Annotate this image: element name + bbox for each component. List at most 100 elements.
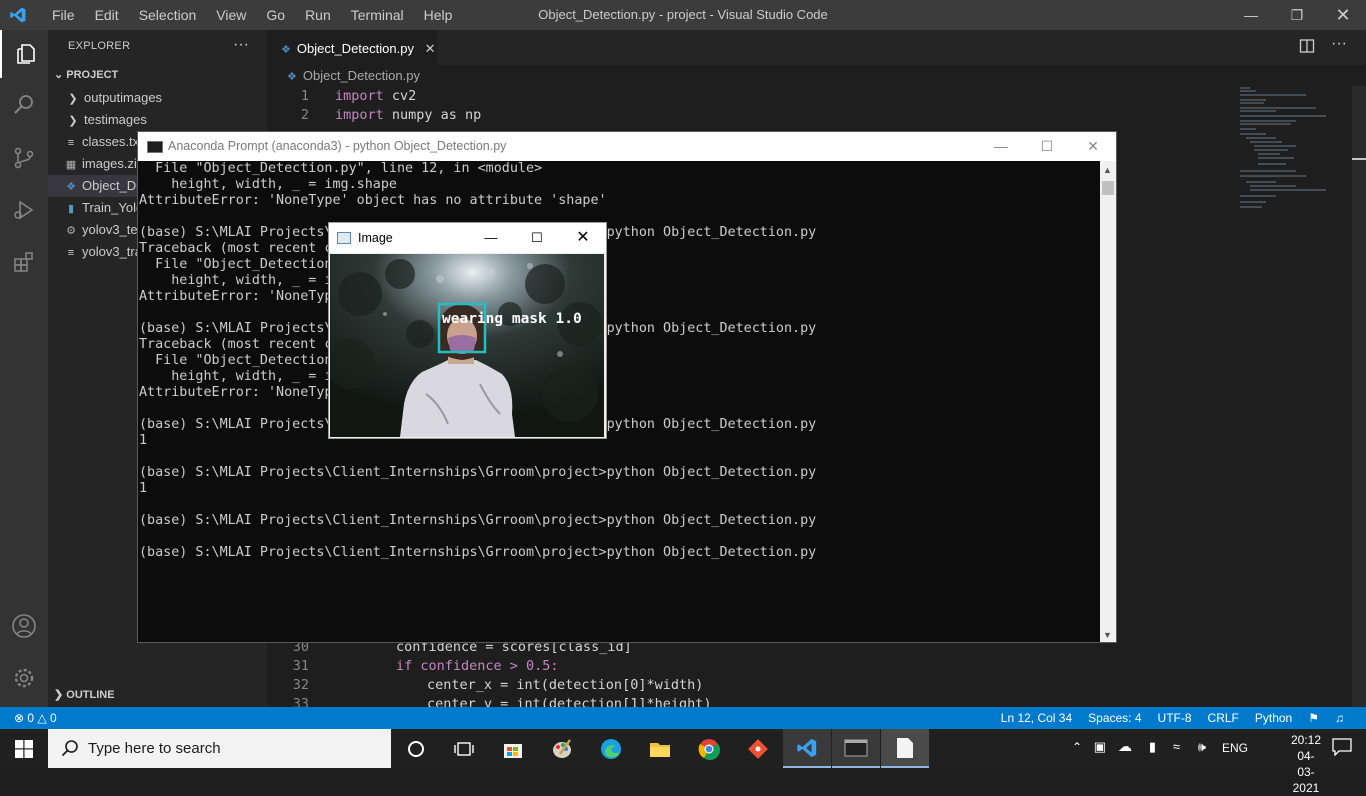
scrollbar-thumb[interactable] xyxy=(1102,181,1114,195)
more-actions-icon[interactable]: ··· xyxy=(1331,35,1347,53)
menu-terminal[interactable]: Terminal xyxy=(341,0,414,30)
onedrive-cloud-icon[interactable]: ☁ xyxy=(1118,738,1132,755)
git-app-icon[interactable] xyxy=(734,729,782,768)
vscode-taskbar-icon[interactable] xyxy=(783,729,831,768)
tree-item-testimages[interactable]: ❯ testimages xyxy=(48,109,285,131)
chevron-right-icon: ❯ xyxy=(68,93,78,105)
input-language[interactable]: ENG xyxy=(1222,741,1248,755)
code-line[interactable]: 33 center_y = int(detection[1]*height) xyxy=(267,695,712,707)
close-button[interactable]: ✕ xyxy=(560,223,606,253)
console-line: File "Object_Detection.py", line 12, in … xyxy=(139,161,543,176)
code-text: center_y = int(detection[1]*height) xyxy=(427,696,712,707)
notifications-bell-icon[interactable]: ♫ xyxy=(1327,707,1352,729)
menu-view[interactable]: View xyxy=(206,0,256,30)
run-debug-icon[interactable] xyxy=(0,186,48,234)
console-line: height, width, _ = img.shape xyxy=(139,177,397,192)
feedback-icon[interactable]: ⚑ xyxy=(1300,707,1327,729)
project-label: PROJECT xyxy=(66,69,119,81)
windows-start-icon[interactable] xyxy=(0,729,48,768)
image-window-titlebar[interactable]: Image — ☐ ✕ xyxy=(329,223,606,253)
menu-run[interactable]: Run xyxy=(295,0,341,30)
close-button[interactable]: ✕ xyxy=(1320,0,1366,30)
chevron-right-icon: ❯ xyxy=(54,689,64,701)
menu-file[interactable]: File xyxy=(42,0,85,30)
search-icon[interactable] xyxy=(0,80,48,128)
image-window-title: Image xyxy=(358,231,393,245)
line-number: 2 xyxy=(300,107,309,123)
edge-browser-icon[interactable] xyxy=(587,729,635,768)
scroll-up-icon[interactable]: ▲ xyxy=(1103,165,1112,175)
tab-label: Object_Detection.py xyxy=(296,41,414,56)
chevron-right-icon: ❯ xyxy=(68,115,78,127)
line-ending[interactable]: CRLF xyxy=(1200,707,1247,729)
outline-section[interactable]: ❯ OUTLINE xyxy=(54,688,115,701)
anaconda-titlebar[interactable]: Anaconda Prompt (anaconda3) - python Obj… xyxy=(138,132,1116,161)
breadcrumb[interactable]: ❖ Object_Detection.py xyxy=(267,65,420,87)
minimize-button[interactable]: — xyxy=(978,132,1024,161)
tab-object-detection[interactable]: ❖ Object_Detection.py ✕ xyxy=(267,30,437,66)
close-button[interactable]: ✕ xyxy=(1070,132,1116,161)
settings-gear-icon[interactable] xyxy=(0,654,48,702)
cursor-position[interactable]: Ln 12, Col 34 xyxy=(993,707,1080,729)
code-line[interactable]: 1 import cv2 xyxy=(267,87,416,106)
scroll-down-icon[interactable]: ▼ xyxy=(1103,630,1112,640)
microsoft-store-icon[interactable] xyxy=(489,729,537,768)
keyword: import xyxy=(335,107,384,123)
menu-go[interactable]: Go xyxy=(256,0,295,30)
python-file-icon: ❖ xyxy=(66,181,76,193)
search-placeholder: Type here to search xyxy=(88,740,221,757)
code-line[interactable]: 32 center_x = int(detection[0]*width) xyxy=(267,676,704,695)
encoding[interactable]: UTF-8 xyxy=(1150,707,1200,729)
window-title: Object_Detection.py - project - Visual S… xyxy=(538,7,828,22)
minimap[interactable] xyxy=(1236,86,1351,216)
clock[interactable]: 20:12 04-03-2021 xyxy=(1291,732,1321,796)
minimize-button[interactable]: — xyxy=(468,223,514,253)
menu-bar: File Edit Selection View Go Run Terminal… xyxy=(42,0,462,30)
split-editor-icon[interactable] xyxy=(1299,38,1315,59)
extensions-icon[interactable] xyxy=(0,238,48,286)
chevron-up-icon[interactable]: ⌃ xyxy=(1072,740,1082,754)
taskbar-search-box[interactable]: Type here to search xyxy=(48,729,391,768)
paint-icon[interactable] xyxy=(538,729,586,768)
minimize-button[interactable]: — xyxy=(1228,0,1274,30)
maximize-button[interactable]: ☐ xyxy=(1024,132,1070,161)
restore-button[interactable]: ❐ xyxy=(1274,0,1320,30)
image-viewer-taskbar-icon[interactable] xyxy=(881,729,929,768)
close-tab-icon[interactable]: ✕ xyxy=(425,41,436,56)
chevron-down-icon: ⌄ xyxy=(54,69,64,81)
file-explorer-icon[interactable] xyxy=(636,729,684,768)
explorer-icon[interactable] xyxy=(0,30,50,78)
battery-icon[interactable]: ▮ xyxy=(1149,739,1156,755)
cortana-icon[interactable] xyxy=(392,729,440,768)
problems-indicator[interactable]: ⊗ 0 △ 0 xyxy=(14,707,57,729)
command-prompt-taskbar-icon[interactable] xyxy=(832,729,880,768)
console-output[interactable]: File "Object_Detection.py", line 12, in … xyxy=(138,161,1100,642)
code-line[interactable]: 31 if confidence > 0.5: xyxy=(267,657,559,676)
menu-selection[interactable]: Selection xyxy=(129,0,207,30)
task-view-icon[interactable] xyxy=(440,729,488,768)
console-scrollbar[interactable]: ▲ ▼ xyxy=(1100,161,1116,642)
breadcrumb-file: Object_Detection.py xyxy=(302,68,420,83)
tree-item-label: classes.txt xyxy=(82,134,143,149)
wifi-icon[interactable]: ≈ xyxy=(1173,739,1180,754)
volume-icon[interactable]: 🕪 xyxy=(1198,739,1206,755)
editor-scrollbar[interactable] xyxy=(1352,86,1366,707)
windows-taskbar: Type here to search ⌃ ▣ ☁ ▮ ≈ 🕪 ENG 20:1… xyxy=(0,729,1366,795)
account-icon[interactable] xyxy=(0,602,48,650)
more-actions-icon[interactable]: ··· xyxy=(233,36,249,54)
maximize-button[interactable]: ☐ xyxy=(514,223,560,253)
indentation[interactable]: Spaces: 4 xyxy=(1080,707,1149,729)
notification-center-icon[interactable] xyxy=(1332,738,1352,759)
menu-edit[interactable]: Edit xyxy=(85,0,129,30)
tree-item-outputimages[interactable]: ❯ outputimages xyxy=(48,87,285,109)
code-line[interactable]: 2 import numpy as np xyxy=(267,106,481,125)
chrome-icon[interactable] xyxy=(685,729,733,768)
meet-now-icon[interactable]: ▣ xyxy=(1094,739,1106,755)
python-file-icon: ❖ xyxy=(287,71,297,83)
tree-item-label: outputimages xyxy=(84,90,163,105)
source-control-icon[interactable] xyxy=(0,134,48,182)
console-line: AttributeError: 'NoneType' object has no… xyxy=(139,193,607,208)
project-section[interactable]: ⌄ PROJECT xyxy=(54,68,118,81)
error-icon: ⊗ xyxy=(14,711,25,725)
language-mode[interactable]: Python xyxy=(1247,707,1300,729)
